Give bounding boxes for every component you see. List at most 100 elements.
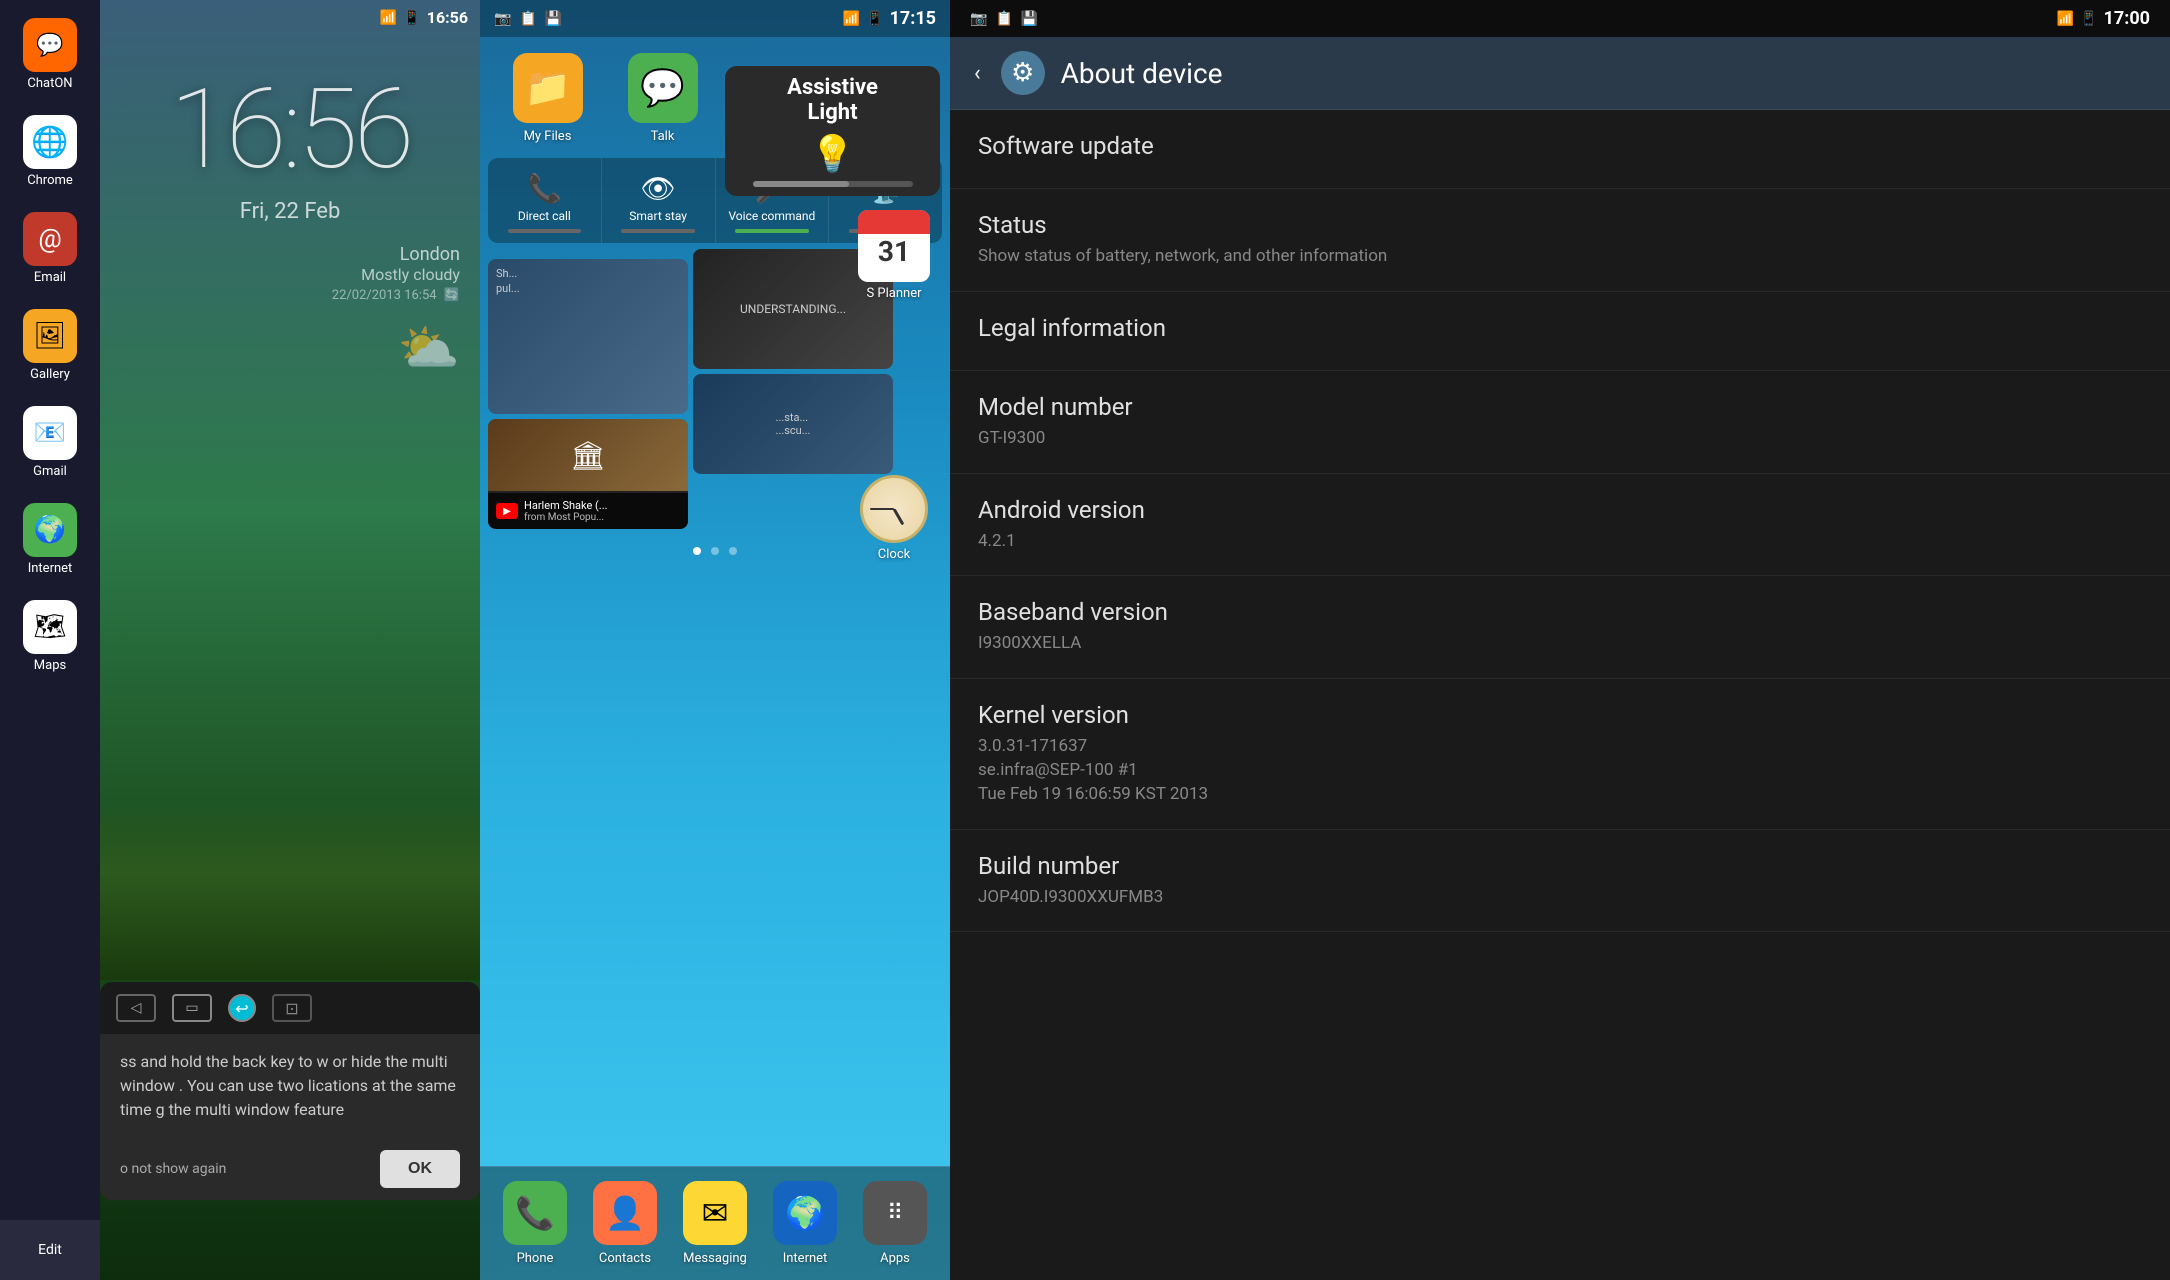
weather-clouds: ⛅ — [398, 320, 460, 378]
s-planner-date: 31 — [858, 234, 930, 270]
dock-contacts[interactable]: 👤 Contacts — [580, 1181, 670, 1266]
app-my-files[interactable]: 📁 My Files — [490, 53, 605, 144]
ok-button[interactable]: OK — [380, 1150, 460, 1188]
settings-notif-icon2: 📋 — [995, 11, 1012, 27]
sidebar-item-gmail[interactable]: 📧 Gmail — [5, 398, 95, 487]
contacts-label: Contacts — [599, 1251, 651, 1266]
clock-widget[interactable]: Clock — [858, 475, 930, 562]
settings-item-model[interactable]: Model number GT-I9300 — [950, 371, 2170, 474]
assistive-slider[interactable] — [753, 181, 913, 187]
settings-item-kernel[interactable]: Kernel version 3.0.31-171637 se.infra@SE… — [950, 679, 2170, 829]
my-files-icon: 📁 — [513, 53, 583, 123]
lockscreen-status-bar: 📶 📱 16:56 — [100, 0, 480, 35]
panel2-status-bar: 📷 📋 💾 📶 📱 17:15 — [480, 0, 950, 37]
settings-status-left: 📷 📋 💾 — [970, 11, 1038, 27]
settings-item-status[interactable]: Status Show status of battery, network, … — [950, 189, 2170, 292]
maps-icon: 🗺 — [23, 600, 77, 654]
bottom-dock: 📞 Phone 👤 Contacts ✉ Messaging 🌍 Interne… — [480, 1166, 950, 1280]
baseband-subtitle: I9300XXELLA — [978, 632, 2142, 656]
clock-hand-min — [870, 508, 894, 510]
apps-label: Apps — [880, 1251, 910, 1266]
sidebar-label-email: Email — [34, 270, 66, 285]
top-apps-row: 📁 My Files 💬 Talk — [480, 37, 730, 152]
wifi-icon-p2: 📶 — [843, 11, 860, 27]
build-subtitle: JOP40D.I9300XXUFMB3 — [978, 886, 2142, 910]
s-planner-box: 31 — [858, 210, 930, 282]
page-dot-1[interactable] — [693, 547, 701, 555]
nav-extra-btn[interactable]: ⊡ — [272, 994, 312, 1022]
software-update-title: Software update — [978, 132, 2142, 160]
direct-call-icon: 📞 — [527, 172, 562, 205]
dock-messaging[interactable]: ✉ Messaging — [670, 1181, 760, 1266]
nav-back-btn[interactable]: ◁ — [116, 994, 156, 1022]
dock-apps[interactable]: ⠿ Apps — [850, 1181, 940, 1266]
chaton-icon: 💬 — [23, 18, 77, 72]
dont-show-label: o not show again — [120, 1161, 226, 1177]
youtube-text: Harlem Shake (... from Most Popu... — [524, 499, 608, 523]
thumb-card-3[interactable]: ...sta......scu... — [693, 374, 893, 474]
sidebar-item-maps[interactable]: 🗺 Maps — [5, 592, 95, 681]
sidebar-item-gallery[interactable]: 🖼 Gallery — [5, 301, 95, 390]
sidebar-edit-label: Edit — [38, 1242, 62, 1258]
settings-wifi-icon: 📶 — [2057, 11, 2074, 27]
settings-signal-icon: 📱 — [2080, 11, 2097, 27]
nav-home-btn[interactable]: ▭ — [172, 994, 212, 1022]
feature-smart-stay[interactable]: 👁 Smart stay — [602, 158, 716, 243]
app-talk[interactable]: 💬 Talk — [605, 53, 720, 144]
settings-item-build[interactable]: Build number JOP40D.I9300XXUFMB3 — [950, 830, 2170, 933]
youtube-icon: ▶ — [496, 503, 518, 519]
sidebar-label-chaton: ChatON — [27, 76, 72, 91]
back-button[interactable]: ‹ — [970, 57, 985, 90]
email-icon: @ — [23, 212, 77, 266]
my-files-label: My Files — [524, 129, 572, 144]
settings-item-android[interactable]: Android version 4.2.1 — [950, 474, 2170, 577]
voice-command-indicator — [735, 229, 808, 233]
smart-stay-label: Smart stay — [629, 209, 687, 223]
feature-direct-call[interactable]: 📞 Direct call — [488, 158, 602, 243]
settings-item-legal[interactable]: Legal information — [950, 292, 2170, 371]
page-dot-3[interactable] — [729, 547, 737, 555]
thumb-card-youtube[interactable]: 🏛 ▶ Harlem Shake (... from Most Popu... — [488, 419, 688, 529]
contacts-icon: 👤 — [593, 1181, 657, 1245]
panel1-lockscreen: 💬 ChatON 🌐 Chrome @ Email 🖼 Gallery 📧 — [0, 0, 480, 1280]
s-planner-label: S Planner — [858, 286, 930, 301]
assistive-slider-fill — [753, 181, 849, 187]
baseband-title: Baseband version — [978, 598, 2142, 626]
direct-call-label: Direct call — [518, 209, 571, 223]
status-subtitle: Show status of battery, network, and oth… — [978, 245, 2142, 269]
page-dot-2[interactable] — [711, 547, 719, 555]
dock-internet[interactable]: 🌍 Internet — [760, 1181, 850, 1266]
notification-icon1: 📷 — [494, 11, 511, 27]
android-subtitle: 4.2.1 — [978, 530, 2142, 554]
sidebar-label-maps: Maps — [34, 658, 66, 673]
signal-icon: 📱 — [403, 10, 420, 26]
nav-circle-btn[interactable]: ↩ — [228, 994, 256, 1022]
kernel-title: Kernel version — [978, 701, 2142, 729]
multi-window-dialog: ◁ ▭ ↩ ⊡ ss and hold the back key to w or… — [100, 982, 480, 1200]
internet-dock-label: Internet — [783, 1251, 828, 1266]
gallery-icon: 🖼 — [23, 309, 77, 363]
lockscreen-weather: Mostly cloudy — [100, 265, 480, 284]
assistive-light-widget[interactable]: AssistiveLight 💡 — [725, 66, 940, 196]
settings-notif-icon3: 💾 — [1021, 11, 1038, 27]
sidebar-label-gmail: Gmail — [33, 464, 67, 479]
sidebar-edit-button[interactable]: Edit — [0, 1220, 100, 1280]
sidebar-item-chrome[interactable]: 🌐 Chrome — [5, 107, 95, 196]
phone-label: Phone — [517, 1251, 554, 1266]
settings-item-baseband[interactable]: Baseband version I9300XXELLA — [950, 576, 2170, 679]
thumb-card-1[interactable]: Sh... pul... — [488, 259, 688, 414]
talk-label: Talk — [651, 129, 675, 144]
dock-phone[interactable]: 📞 Phone — [490, 1181, 580, 1266]
s-planner-widget[interactable]: 31 S Planner — [858, 210, 930, 301]
sidebar-item-internet[interactable]: 🌍 Internet — [5, 495, 95, 584]
gmail-icon: 📧 — [23, 406, 77, 460]
sidebar-item-chaton[interactable]: 💬 ChatON — [5, 10, 95, 99]
settings-item-software-update[interactable]: Software update — [950, 110, 2170, 189]
sidebar-item-email[interactable]: @ Email — [5, 204, 95, 293]
signal-icon-p2: 📱 — [866, 11, 883, 27]
status-right-icons: 📶 📱 17:15 — [843, 8, 936, 29]
s-planner-header — [858, 210, 930, 234]
dialog-footer: o not show again OK — [100, 1138, 480, 1200]
youtube-info: ▶ Harlem Shake (... from Most Popu... — [488, 493, 688, 529]
kernel-subtitle: 3.0.31-171637 se.infra@SEP-100 #1 Tue Fe… — [978, 735, 2142, 806]
